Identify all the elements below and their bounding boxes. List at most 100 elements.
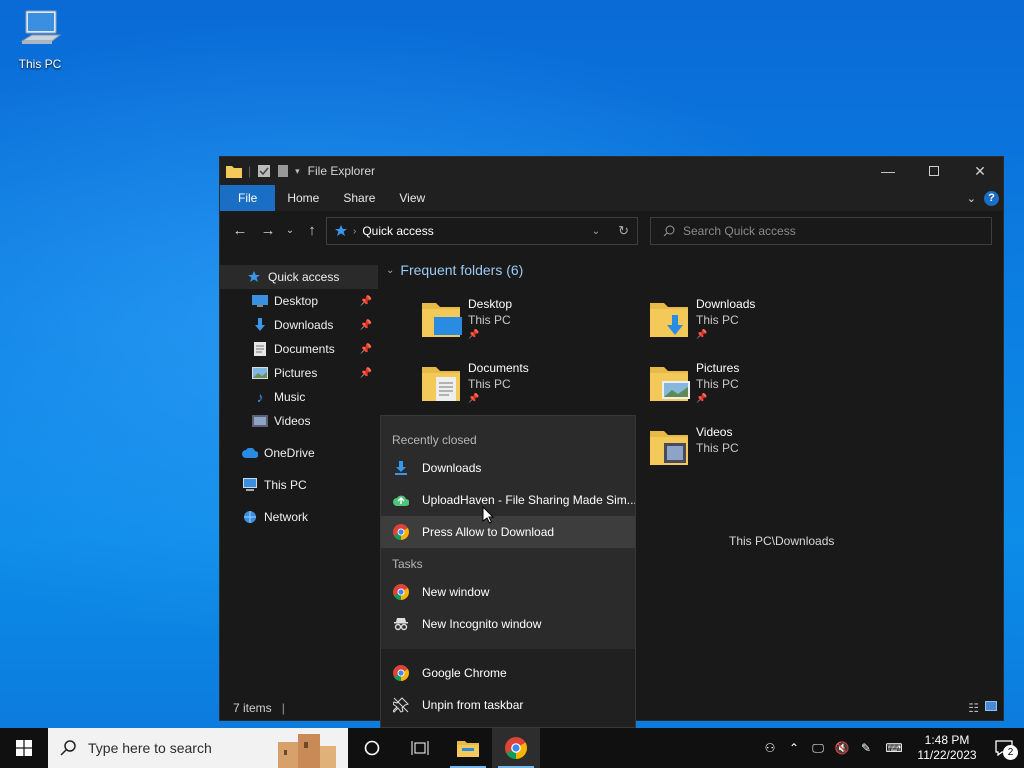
download-icon [393,460,409,476]
jump-list-header-tasks: Tasks [392,557,423,571]
touch-keyboard-button[interactable]: ⌨ [878,728,910,768]
volume-muted-icon: 🔇 [834,741,850,755]
start-button[interactable] [0,728,48,768]
pen-workspace-button[interactable]: ✎ [854,728,878,768]
jump-list-item-label: Unpin from taskbar [422,698,524,712]
ribbon-tabs: File Home Share View ⌄ ? [220,185,1003,211]
forward-button[interactable]: → [254,222,282,239]
details-view-icon[interactable]: ☷ [968,701,979,715]
jump-list-item[interactable]: Press Allow to Download [381,516,635,548]
jump-list-item-label: New window [422,585,490,599]
up-button[interactable]: ↑ [298,222,326,239]
folder-tile-videos[interactable]: Videos This PC [648,425,739,469]
nav-music[interactable]: ♪ Music [220,385,378,409]
taskbar-clock[interactable]: 1:48 PM 11/22/2023 [910,733,984,763]
jump-list-task-new-incognito[interactable]: New Incognito window [381,608,635,640]
folder-tile-desktop[interactable]: Desktop This PC 📌 [420,297,512,341]
tab-home[interactable]: Home [275,185,331,211]
back-arrow-icon: ← [232,221,248,239]
desktop-icon-label: This PC [18,57,62,71]
show-hidden-icons-button[interactable]: ⌃ [782,728,806,768]
taskbar-file-explorer[interactable] [444,728,492,768]
cortana-button[interactable] [348,728,396,768]
nav-label: Desktop [274,294,319,308]
expand-ribbon-icon[interactable]: ⌄ [967,192,976,205]
folder-tile-downloads[interactable]: Downloads This PC 📌 [648,297,755,341]
tab-view[interactable]: View [387,185,437,211]
file-explorer-folder-icon [457,741,479,757]
jump-list-app-google-chrome[interactable]: Google Chrome [381,657,635,689]
refresh-icon[interactable]: ↻ [618,223,629,239]
chevron-up-icon: ⌃ [788,741,800,755]
address-location: Quick access [362,224,434,238]
nav-onedrive[interactable]: OneDrive [220,441,378,465]
maximize-button[interactable] [911,157,957,185]
tab-file[interactable]: File [220,185,276,211]
nav-label: Downloads [274,318,334,332]
large-icons-view-icon[interactable] [985,701,997,711]
taskbar-search-placeholder: Type here to search [88,740,212,756]
jump-list-task-new-window[interactable]: New window [381,576,635,608]
customize-toolbar-icon[interactable]: ▾ [295,166,300,177]
folder-tile-documents[interactable]: Documents This PC 📌 [420,361,529,405]
nav-desktop[interactable]: Desktop 📌 [220,289,378,313]
quick-access-toolbar: | ▾ [226,164,300,178]
title-bar[interactable]: | ▾ File Explorer — ✕ [220,157,1003,185]
videos-icon [252,413,268,429]
nav-quick-access[interactable]: Quick access [220,265,378,289]
address-bar[interactable]: › Quick access ⌄ ↻ [326,217,638,245]
folder-location: This PC [696,313,739,327]
jump-list-item-label: UploadHaven - File Sharing Made Sim... [422,493,635,507]
minimize-button[interactable]: — [865,157,911,185]
volume-button[interactable]: 🔇 [830,728,854,768]
nav-videos[interactable]: Videos [220,409,378,433]
search-placeholder: Search Quick access [683,224,796,238]
close-icon: ✕ [974,162,986,179]
people-button[interactable]: ⚇ [758,728,782,768]
network-status-button[interactable]: 🖵 [806,728,830,768]
help-icon[interactable]: ? [984,190,999,206]
chrome-icon [505,737,527,759]
back-button[interactable]: ← [226,222,254,239]
jump-list-item[interactable]: Downloads [381,452,635,484]
search-icon [663,225,675,237]
new-folder-icon[interactable] [277,164,289,178]
group-header-label: Frequent folders (6) [400,262,524,278]
action-center-button[interactable]: 2 [984,728,1024,768]
cortana-circle-icon [364,740,380,756]
network-icon [242,509,258,525]
nav-pictures[interactable]: Pictures 📌 [220,361,378,385]
pictures-folder-icon [650,367,690,401]
nav-label: Quick access [268,270,340,284]
taskbar-google-chrome[interactable] [492,728,540,768]
tab-share[interactable]: Share [331,185,387,211]
search-box[interactable]: Search Quick access [650,217,992,245]
close-button[interactable]: ✕ [957,157,1003,185]
folder-tile-pictures[interactable]: Pictures This PC 📌 [648,361,739,405]
nav-label: OneDrive [264,446,315,460]
music-note-icon: ♪ [256,389,264,405]
desktop-folder-icon [252,293,268,309]
nav-label: Network [264,510,309,524]
mouse-cursor-icon [482,506,494,524]
group-header-frequent-folders[interactable]: ⌄ Frequent folders (6) [386,262,523,278]
people-icon: ⚇ [764,741,776,755]
nav-this-pc[interactable]: This PC [220,473,378,497]
jump-list-item[interactable]: UploadHaven - File Sharing Made Sim... [381,484,635,516]
jump-list-unpin-from-taskbar[interactable]: Unpin from taskbar [381,689,635,721]
nav-downloads[interactable]: Downloads 📌 [220,313,378,337]
nav-label: Videos [274,414,311,428]
folder-name: Videos [696,425,733,439]
nav-documents[interactable]: Documents 📌 [220,337,378,361]
chrome-icon [393,584,409,600]
recent-locations-button[interactable]: ⌄ [282,225,298,236]
task-view-button[interactable] [396,728,444,768]
desktop-icon-this-pc[interactable]: This PC [10,8,70,71]
jump-list-item-label: New Incognito window [422,617,542,631]
nav-network[interactable]: Network [220,505,378,529]
taskbar-search-box[interactable]: Type here to search [48,728,348,768]
task-view-icon [411,741,429,755]
address-dropdown-icon[interactable]: ⌄ [592,226,600,237]
desktop-folder-icon [422,303,462,337]
properties-icon[interactable] [257,164,271,178]
